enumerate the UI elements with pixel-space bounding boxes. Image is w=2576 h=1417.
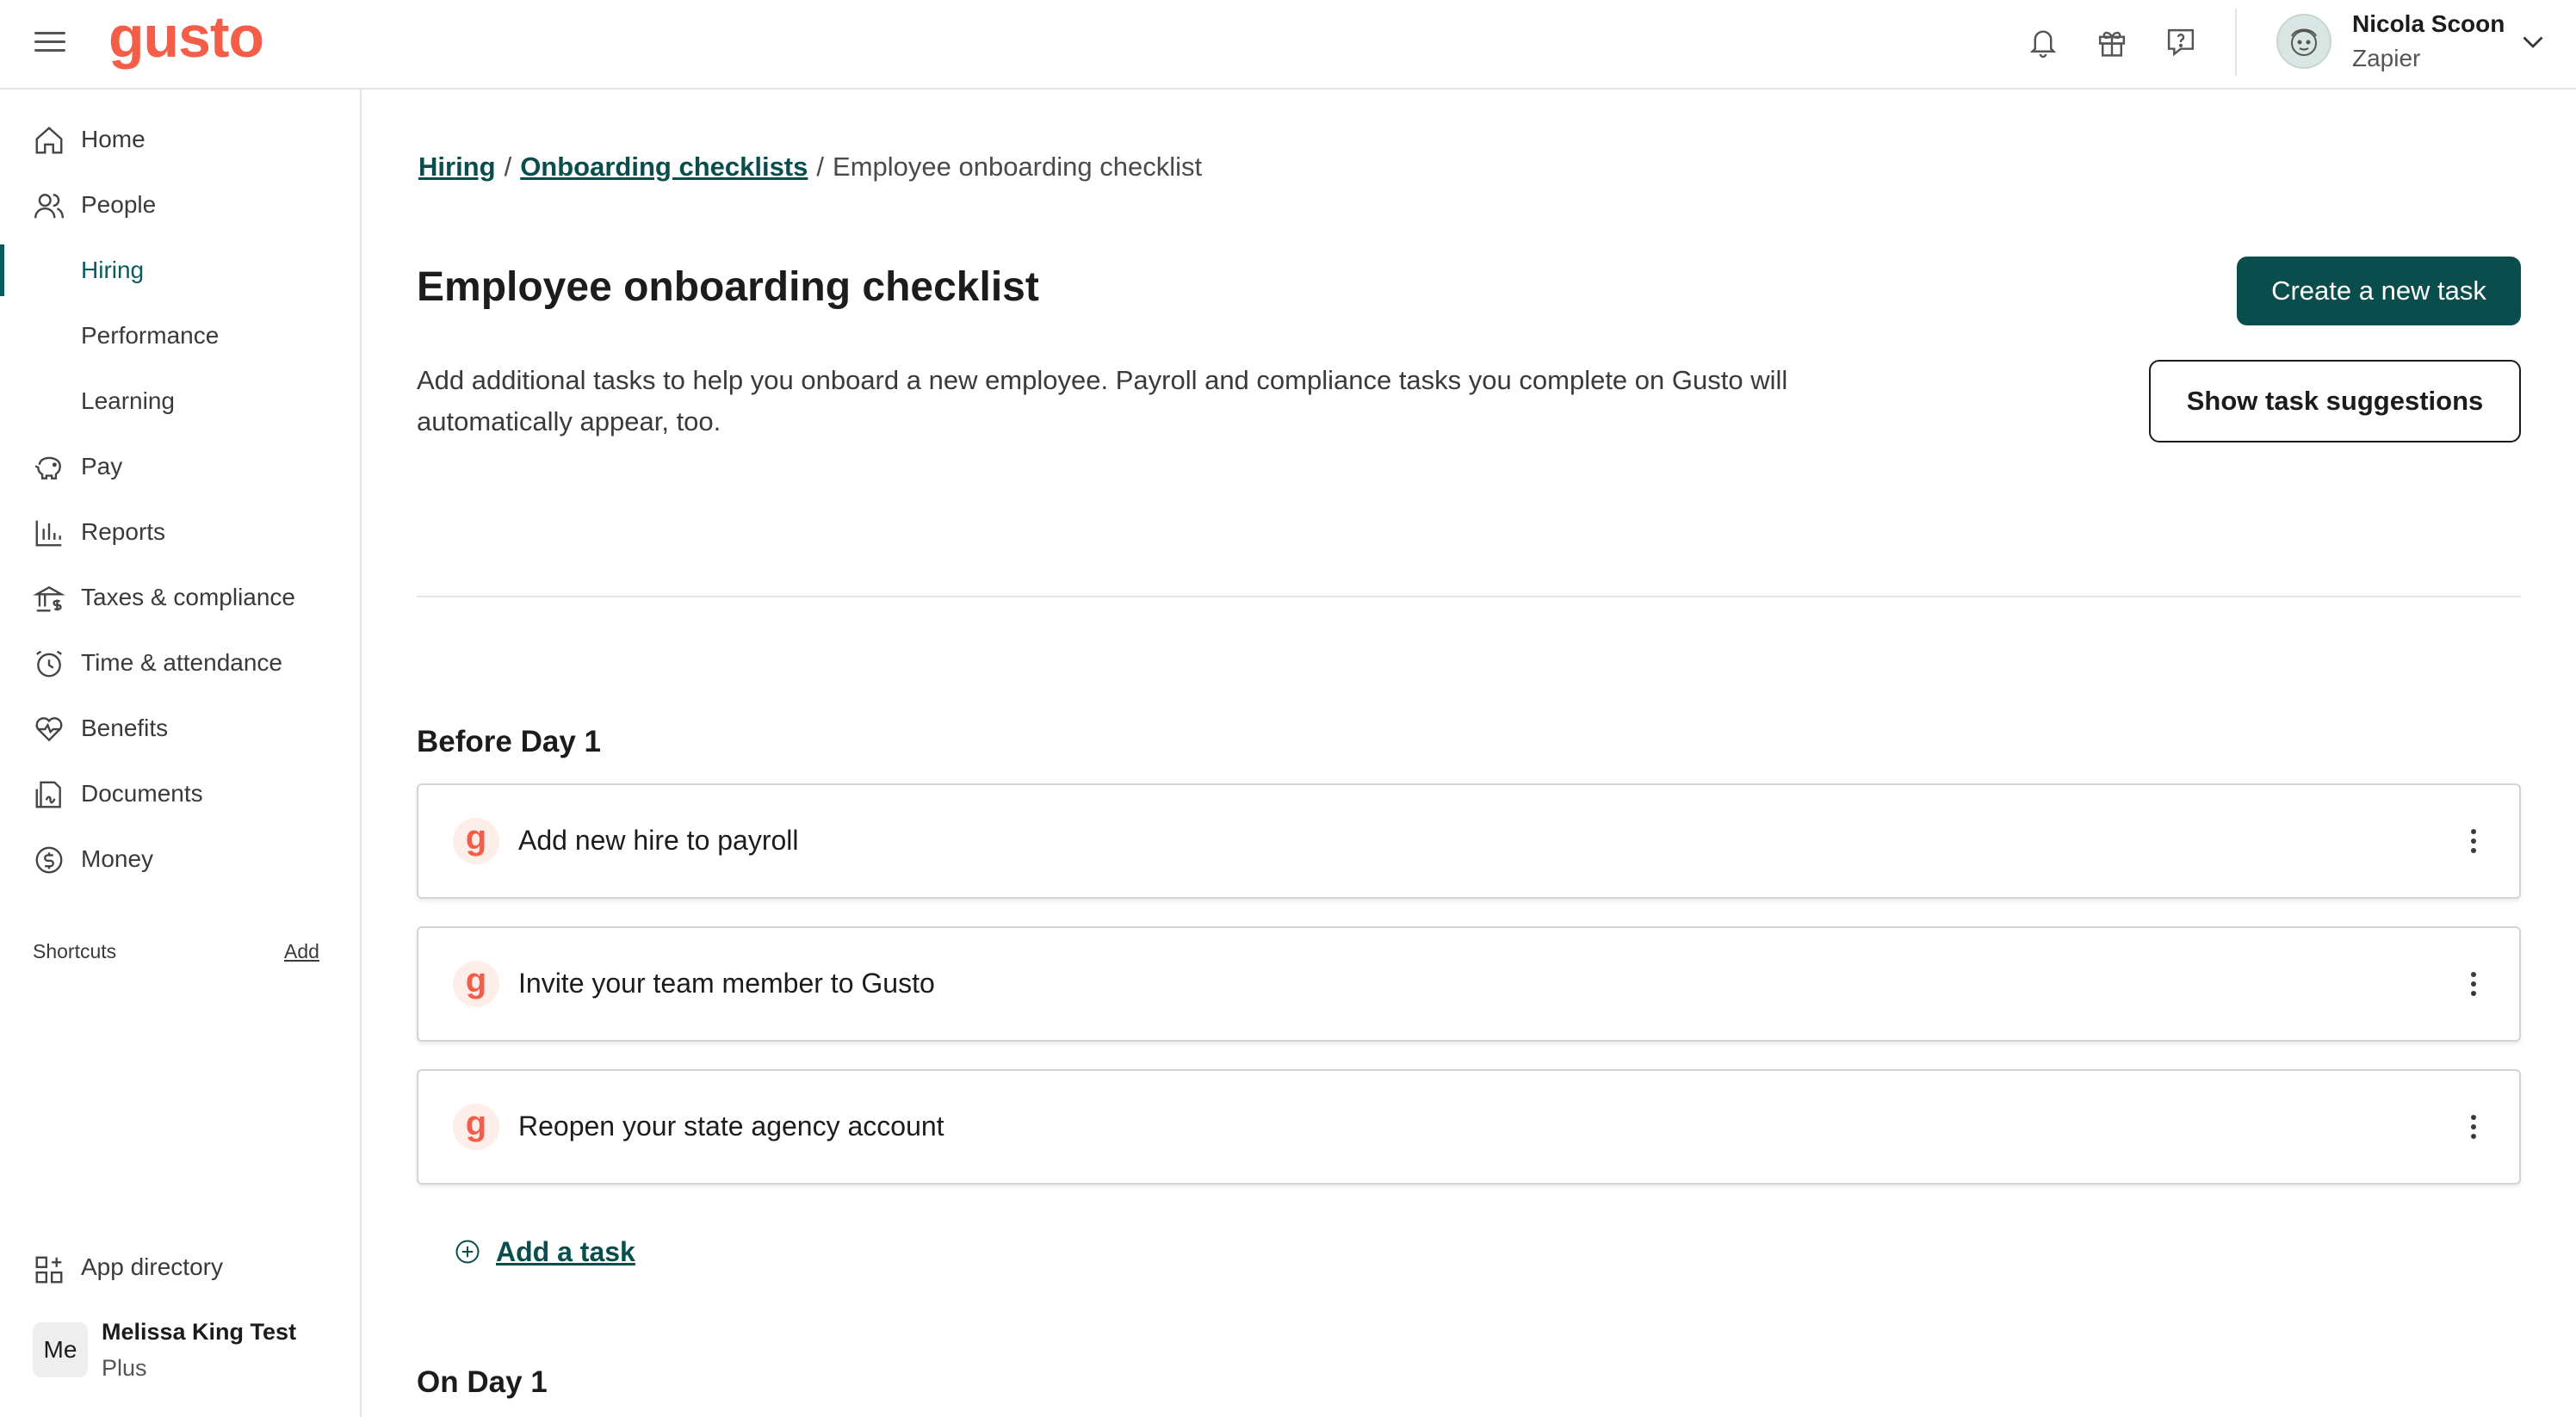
sidebar-item-app-directory[interactable]: App directory [0, 1243, 360, 1295]
sidebar-item-pay[interactable]: Pay [0, 441, 360, 492]
heart-icon [35, 717, 63, 742]
sidebar-item-money[interactable]: Money [0, 833, 360, 885]
breadcrumb-separator: / [816, 152, 825, 182]
more-options-icon[interactable] [2461, 820, 2486, 863]
section-title-on-day-1: On Day 1 [417, 1365, 548, 1399]
sidebar-item-label: Learning [81, 387, 175, 414]
sidebar-item-label: Time & attendance [81, 649, 282, 676]
add-task-link[interactable]: Add a task [455, 1233, 635, 1271]
gusto-task-icon: g [453, 818, 499, 864]
clock-icon [36, 650, 62, 678]
sidebar-item-documents[interactable]: Documents [0, 768, 360, 820]
help-icon[interactable] [2159, 21, 2202, 64]
gusto-logo[interactable]: gusto [108, 3, 264, 71]
sidebar-item-people[interactable]: People [0, 179, 360, 231]
breadcrumb-current: Employee onboarding checklist [833, 152, 1203, 182]
user-name[interactable]: Nicola Scoon [2352, 10, 2505, 38]
sidebar-item-label: Benefits [81, 715, 169, 741]
top-divider [2235, 9, 2237, 76]
task-label: Invite your team member to Gusto [518, 968, 935, 999]
gusto-task-icon: g [453, 1104, 499, 1150]
home-icon [35, 127, 63, 154]
sidebar-item-time[interactable]: Time & attendance [0, 637, 360, 689]
sidebar-item-reports[interactable]: Reports [0, 506, 360, 558]
bank-icon [33, 585, 65, 612]
task-card[interactable]: g Add new hire to payroll [417, 783, 2521, 899]
people-icon [34, 194, 65, 219]
sidebar-item-taxes[interactable]: Taxes & compliance [0, 572, 360, 623]
account-avatar[interactable]: Me [33, 1322, 88, 1377]
menu-icon[interactable] [34, 26, 65, 57]
sidebar-item-label: Home [81, 126, 146, 152]
create-task-button[interactable]: Create a new task [2237, 257, 2521, 325]
section-divider [417, 596, 2521, 597]
task-label: Add new hire to payroll [518, 825, 799, 856]
task-card[interactable]: g Reopen your state agency account [417, 1069, 2521, 1185]
active-indicator [0, 244, 4, 296]
sidebar-item-label: Taxes & compliance [81, 584, 296, 610]
sidebar-item-learning[interactable]: Learning [0, 375, 360, 427]
account-plan: Plus [102, 1355, 147, 1381]
top-bar: gusto Nicola Scoon Zapier [0, 0, 2576, 90]
sidebar-item-label: Reports [81, 518, 166, 545]
task-card[interactable]: g Invite your team member to Gusto [417, 926, 2521, 1042]
sidebar-item-label: Documents [81, 780, 203, 807]
page-title: Employee onboarding checklist [417, 264, 1039, 310]
section-title-before-day-1: Before Day 1 [417, 725, 601, 758]
sidebar-item-label: Pay [81, 453, 123, 480]
shortcuts-label: Shortcuts [33, 940, 117, 962]
gusto-task-icon: g [453, 961, 499, 1007]
breadcrumb-separator: / [504, 152, 512, 182]
sidebar-item-benefits[interactable]: Benefits [0, 702, 360, 754]
sidebar: Home People Hiring Performance Learning … [0, 90, 362, 1417]
sidebar-item-performance[interactable]: Performance [0, 310, 360, 362]
document-icon [35, 781, 61, 808]
sidebar-item-label: Hiring [81, 257, 145, 283]
sidebar-item-label: Money [81, 845, 154, 872]
user-company[interactable]: Zapier [2352, 45, 2420, 72]
dollar-icon [35, 846, 63, 874]
sidebar-item-label: App directory [81, 1253, 223, 1280]
add-task-label: Add a task [496, 1235, 635, 1267]
bell-icon[interactable] [2022, 21, 2065, 64]
show-task-suggestions-button[interactable]: Show task suggestions [2149, 360, 2521, 442]
more-options-icon[interactable] [2461, 1105, 2486, 1148]
page-description: Add additional tasks to help you onboard… [417, 365, 1788, 436]
plus-circle-icon [455, 1240, 480, 1264]
account-name[interactable]: Melissa King Test [102, 1319, 296, 1346]
gift-icon[interactable] [2090, 21, 2133, 64]
task-label: Reopen your state agency account [518, 1111, 944, 1142]
sidebar-item-hiring[interactable]: Hiring [0, 244, 360, 296]
app-grid-icon [35, 1256, 63, 1284]
chevron-down-icon[interactable] [2517, 26, 2548, 57]
piggy-bank-icon [34, 456, 61, 480]
user-avatar[interactable] [2276, 14, 2331, 69]
breadcrumb-link-hiring[interactable]: Hiring [418, 152, 496, 182]
add-shortcut-link[interactable]: Add [284, 940, 319, 963]
sidebar-item-label: Performance [81, 322, 220, 349]
sidebar-item-label: People [81, 191, 157, 218]
bar-chart-icon [35, 520, 62, 547]
more-options-icon[interactable] [2461, 962, 2486, 1006]
breadcrumb-link-onboarding-checklists[interactable]: Onboarding checklists [520, 152, 808, 182]
sidebar-item-home[interactable]: Home [0, 114, 360, 165]
breadcrumb: Hiring / Onboarding checklists / Employee on… [418, 152, 1202, 183]
